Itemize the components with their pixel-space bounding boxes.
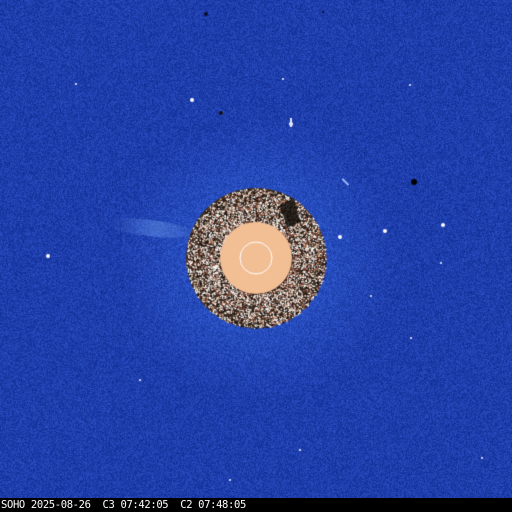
observation-date: 2025-08-26 [30, 499, 91, 511]
c3-time: 07:42:05 [120, 499, 169, 511]
c2-instrument-label: C2 [180, 499, 193, 511]
observatory-label: SOHO [1, 499, 25, 511]
caption-bar: SOHO 2025-08-26 C3 07:42:05 C2 07:48:05 [0, 498, 512, 512]
image-caption: SOHO 2025-08-26 C3 07:42:05 C2 07:48:05 [1, 498, 246, 512]
c2-time: 07:48:05 [198, 499, 246, 511]
coronagraph-image: SOHO 2025-08-26 C3 07:42:05 C2 07:48:05 [0, 0, 512, 512]
c3-instrument-label: C3 [102, 499, 115, 511]
sky-field [0, 0, 512, 512]
